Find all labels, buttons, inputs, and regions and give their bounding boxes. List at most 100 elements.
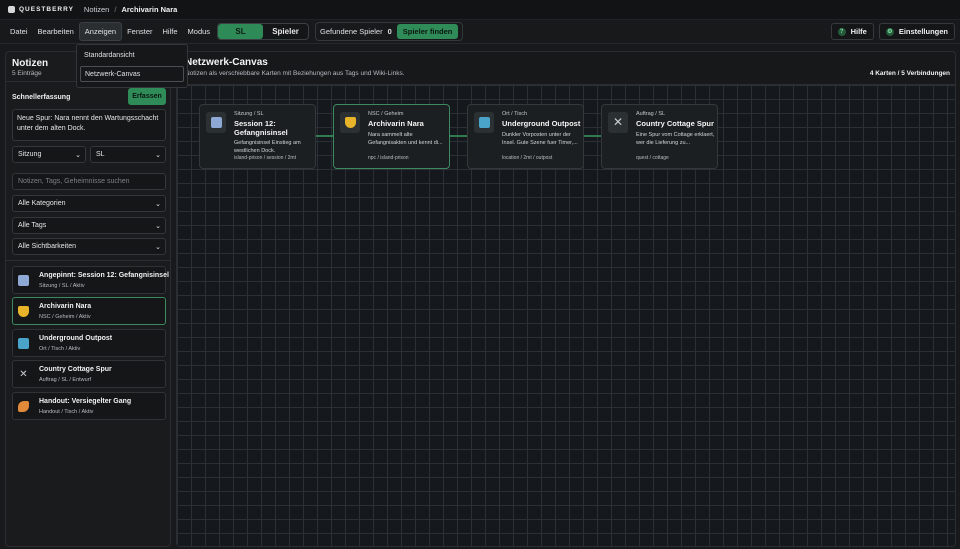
canvas-card[interactable]: Ort / Tisch Underground Outpost Dunkler … (467, 104, 584, 169)
settings-button-label: Einstellungen (898, 27, 948, 36)
note-meta: Ort / Tisch / Aktiv (39, 346, 81, 352)
calendar-icon (210, 117, 222, 128)
note-list-item[interactable]: Archivarin Nara NSC / Geheim / Aktiv (12, 297, 166, 325)
find-players-button[interactable]: Spieler finden (396, 24, 459, 39)
category-filter-select[interactable]: Alle Kategorien ⌄ (12, 195, 166, 212)
card-icon-box (206, 112, 226, 133)
note-meta: Sitzung / SL / Aktiv (39, 283, 85, 289)
quick-capture-label: Schnellerfassung (12, 94, 71, 101)
note-title: Archivarin Nara (39, 303, 92, 310)
card-kind: NSC / Geheim (368, 111, 404, 117)
connection-line (315, 135, 335, 137)
menu-edit[interactable]: Bearbeiten (33, 23, 79, 40)
help-button-label: Hilfe (850, 27, 867, 36)
chevron-down-icon: ⌄ (155, 244, 161, 251)
card-title: Session 12: Gefangnisinsel (234, 119, 288, 137)
card-body: Nara sammelt alte Gefangnisakten und ken… (368, 132, 443, 146)
menu-mode-label: Modus (187, 27, 211, 36)
breadcrumb-current: Archivarin Nara (121, 5, 178, 14)
card-kind: Ort / Tisch (502, 111, 528, 117)
note-visibility-select[interactable]: SL ⌄ (90, 146, 166, 163)
help-button[interactable]: ? Hilfe (830, 23, 874, 40)
note-meta: Auftrag / SL / Entwurf (39, 377, 92, 383)
menu-help[interactable]: Hilfe (158, 23, 183, 40)
category-filter-value: Alle Kategorien (18, 200, 66, 207)
view-dropdown-menu: Standardansicht Netzwerk-Canvas (76, 44, 188, 88)
app-window: QUESTBERRY Notizen / Archivarin Nara Dat… (0, 0, 960, 549)
notes-count: 5 Einträge (12, 70, 42, 77)
tags-filter-select[interactable]: Alle Tags ⌄ (12, 217, 166, 234)
note-visibility-value: SL (96, 151, 105, 158)
mode-toggle: SL Spieler (217, 23, 310, 40)
help-icon: ? (837, 27, 846, 36)
divider (6, 260, 170, 261)
menu-window[interactable]: Fenster (122, 23, 157, 40)
canvas-title: Netzwerk-Canvas (185, 57, 268, 68)
card-body: Gefangnisinsel Einstieg am westlichen Do… (234, 140, 301, 154)
logo-icon (8, 6, 15, 13)
map-icon (18, 338, 29, 349)
card-body: Eine Spur vom Cottage erklaert, wer die … (636, 132, 715, 146)
note-title: Angepinnt: Session 12: Gefangnisinsel (39, 272, 169, 279)
card-icon-box (474, 112, 494, 133)
gear-icon: ⚙ (885, 27, 894, 36)
quick-capture-textarea[interactable]: Neue Spur: Nara nennt den Wartungsschach… (12, 109, 166, 141)
tags-filter-value: Alle Tags (18, 222, 47, 229)
note-list-item[interactable]: Underground Outpost Ort / Tisch / Aktiv (12, 329, 166, 357)
canvas-description: Notizen als verschiebbare Karten mit Bez… (185, 70, 405, 77)
note-type-select[interactable]: Sitzung ⌄ (12, 146, 86, 163)
card-title: Archivarin Nara (368, 119, 424, 128)
canvas-count: 4 Karten / 5 Verbindungen (869, 70, 950, 77)
menu-file[interactable]: Datei (5, 23, 33, 40)
note-type-value: Sitzung (18, 151, 42, 158)
chevron-down-icon: ⌄ (155, 201, 161, 208)
shield-icon (18, 306, 29, 317)
notes-search-input[interactable]: Notizen, Tags, Geheimnisse suchen (12, 173, 166, 190)
player-finder: Gefundene Spieler 0 Spieler finden (315, 22, 464, 41)
card-tags: quest / cottage (636, 155, 669, 161)
crossed-swords-icon: ✕ (612, 115, 624, 129)
notes-title: Notizen (12, 58, 49, 69)
note-list-item[interactable]: Angepinnt: Session 12: Gefangnisinsel Si… (12, 266, 169, 294)
network-canvas-panel: Netzwerk-Canvas Notizen als verschiebbar… (176, 51, 956, 547)
card-title: Underground Outpost (502, 119, 581, 128)
note-title: Handout: Versiegelter Gang (39, 398, 132, 405)
visibility-filter-value: Alle Sichtbarkeiten (18, 243, 76, 250)
chevron-down-icon: ⌄ (75, 152, 81, 159)
note-list-item[interactable]: Handout: Versiegelter Gang Handout / Tis… (12, 392, 166, 420)
brand-name: QUESTBERRY (19, 6, 74, 13)
shield-icon (344, 117, 356, 128)
view-option-network-canvas[interactable]: Netzwerk-Canvas (80, 66, 184, 82)
card-icon-box (340, 112, 360, 133)
note-meta: NSC / Geheim / Aktiv (39, 314, 91, 320)
card-title: Country Cottage Spur (636, 119, 714, 128)
canvas-card[interactable]: ✕ Auftrag / SL Country Cottage Spur Eine… (601, 104, 718, 169)
canvas-card[interactable]: NSC / Geheim Archivarin Nara Nara sammel… (333, 104, 450, 169)
card-tags: npc / island-prison (368, 155, 409, 161)
visibility-filter-select[interactable]: Alle Sichtbarkeiten ⌄ (12, 238, 166, 255)
mode-gm-button[interactable]: SL (218, 24, 264, 39)
notes-panel: Notizen 5 Einträge Schnellerfassung Erfa… (5, 51, 171, 547)
canvas-card[interactable]: Sitzung / SL Session 12: Gefangnisinsel … (199, 104, 316, 169)
note-title: Country Cottage Spur (39, 366, 112, 373)
breadcrumb-notes[interactable]: Notizen (84, 5, 109, 14)
card-body: Dunkler Vorposten unter der Insel. Gute … (502, 132, 578, 146)
note-meta: Handout / Tisch / Aktiv (39, 409, 94, 415)
scroll-icon (18, 401, 29, 412)
card-tags: location / 2mt / outpost (502, 155, 553, 161)
note-list-item[interactable]: ✕ Country Cottage Spur Auftrag / SL / En… (12, 360, 166, 388)
menu-view[interactable]: Anzeigen (78, 22, 123, 41)
menu-bar: Datei Bearbeiten Anzeigen Fenster Hilfe … (0, 20, 960, 44)
mode-player-button[interactable]: Spieler (263, 24, 308, 39)
card-icon-box: ✕ (608, 112, 628, 133)
map-icon (478, 117, 490, 128)
view-option-standard[interactable]: Standardansicht (80, 48, 184, 64)
title-bar: QUESTBERRY Notizen / Archivarin Nara (0, 0, 960, 20)
capture-button[interactable]: Erfassen (128, 88, 166, 105)
chevron-down-icon: ⌄ (155, 223, 161, 230)
found-players-count: 0 (387, 27, 392, 36)
card-kind: Sitzung / SL (234, 111, 264, 117)
settings-button[interactable]: ⚙ Einstellungen (878, 23, 955, 40)
brand-logo[interactable]: QUESTBERRY (8, 6, 74, 13)
crossed-swords-icon: ✕ (19, 369, 28, 380)
